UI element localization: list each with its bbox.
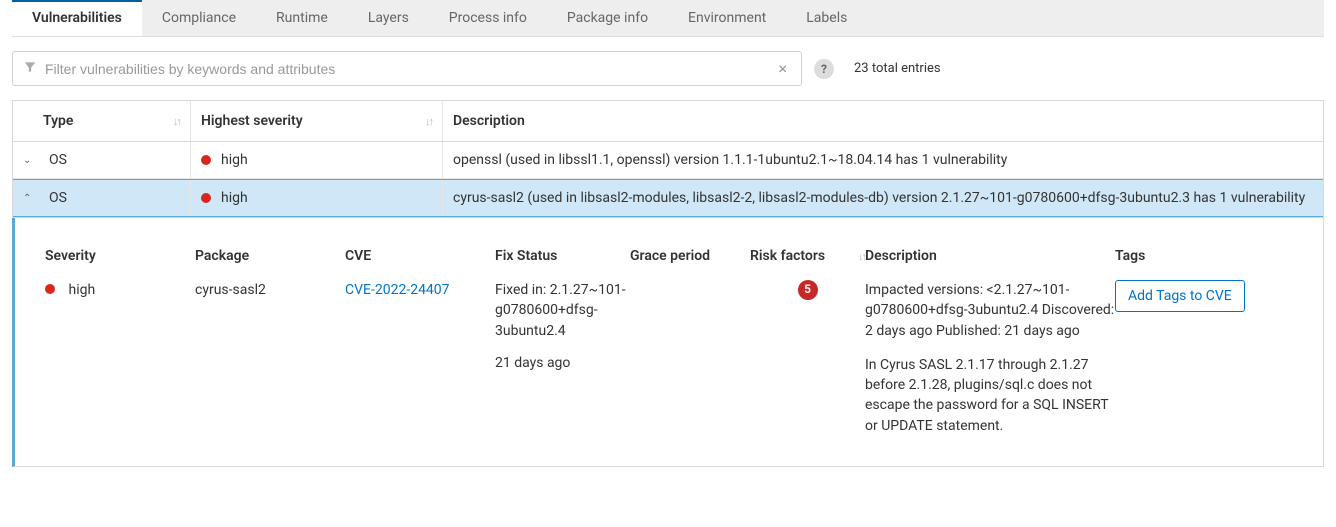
detail-header-risk-factors: Risk factors ↓↑ [750,248,865,264]
total-entries-label: 23 total entries [854,61,941,76]
detail-fix-status-age: 21 days ago [495,353,630,373]
detail-col-severity: Severity high [45,248,195,436]
vulnerabilities-grid: Type ↓↑ Highest severity ↓↑ Description … [12,100,1324,218]
detail-risk-factors-value: 5 [750,280,865,300]
detail-header-grace-period: Grace period [630,248,750,264]
severity-value: high [221,190,248,206]
sort-icon: ↓↑ [173,115,180,128]
expander-cell[interactable]: ⌄ [13,142,43,178]
cve-link[interactable]: CVE-2022-24407 [345,282,450,298]
detail-description-block2: In Cyrus SASL 2.1.17 through 2.1.27 befo… [865,355,1115,436]
col-type[interactable]: Type ↓↑ [43,101,191,141]
cell-description: openssl (used in libssl1.1, openssl) ver… [443,142,1323,178]
detail-header-description: Description [865,248,1115,264]
cell-type: OS [43,180,191,216]
detail-col-tags: Tags Add Tags to CVE [1115,248,1255,436]
table-row[interactable]: ⌃ OS high cyrus-sasl2 (used in libsasl2-… [13,179,1323,217]
detail-package-value: cyrus-sasl2 [195,280,345,300]
add-tags-button[interactable]: Add Tags to CVE [1115,280,1245,312]
detail-description-block1: Impacted versions: <2.1.27~101-g0780600+… [865,280,1115,341]
severity-value: high [221,152,248,168]
help-icon[interactable]: ? [814,59,834,79]
tabs-bar: Vulnerabilities Compliance Runtime Layer… [12,0,1324,37]
tab-vulnerabilities[interactable]: Vulnerabilities [12,0,142,36]
risk-factors-badge[interactable]: 5 [798,280,818,300]
col-expander [13,101,43,141]
grid-header: Type ↓↑ Highest severity ↓↑ Description [13,101,1323,142]
detail-header-cve: CVE [345,248,495,264]
detail-col-cve: CVE CVE-2022-24407 [345,248,495,436]
tab-environment[interactable]: Environment [668,0,786,36]
detail-col-risk-factors: Risk factors ↓↑ 5 [750,248,865,436]
detail-col-package: Package cyrus-sasl2 [195,248,345,436]
sort-icon: ↓↑ [858,250,865,263]
chevron-right-icon: ⌄ [23,155,31,166]
description-value: cyrus-sasl2 (used in libsasl2-modules, l… [453,190,1305,206]
severity-dot-icon [201,155,211,165]
severity-text: high [68,282,95,298]
severity-dot-icon [45,284,55,294]
detail-severity-value: high [45,280,195,300]
description-value: openssl (used in libssl1.1, openssl) ver… [453,152,1007,168]
tab-labels[interactable]: Labels [786,0,867,36]
tab-compliance[interactable]: Compliance [142,0,256,36]
col-description-label: Description [453,113,525,129]
col-type-label: Type [43,113,73,129]
detail-header-severity: Severity [45,248,195,264]
table-row[interactable]: ⌄ OS high openssl (used in libssl1.1, op… [13,142,1323,179]
col-description[interactable]: Description [443,101,1323,141]
tab-package-info[interactable]: Package info [547,0,668,36]
type-value: OS [49,152,67,168]
cell-severity: high [191,180,443,216]
tab-layers[interactable]: Layers [348,0,429,36]
filter-icon [23,60,37,78]
sort-icon: ↓↑ [425,115,432,128]
detail-fix-status-value: Fixed in: 2.1.27~101-g0780600+dfsg-3ubun… [495,280,630,341]
severity-dot-icon [201,193,211,203]
col-highest-severity-label: Highest severity [201,113,303,129]
clear-filter-icon[interactable]: × [774,59,791,78]
type-value: OS [49,190,67,206]
detail-header-tags: Tags [1115,248,1255,264]
tab-process-info[interactable]: Process info [429,0,547,36]
col-highest-severity[interactable]: Highest severity ↓↑ [191,101,443,141]
detail-col-fix-status: Fix Status Fixed in: 2.1.27~101-g0780600… [495,248,630,436]
chevron-down-icon: ⌃ [23,193,31,204]
filter-input[interactable] [45,61,774,77]
cell-type: OS [43,142,191,178]
detail-header-package: Package [195,248,345,264]
filter-input-wrap[interactable]: × [12,51,802,86]
cell-description: cyrus-sasl2 (used in libsasl2-modules, l… [443,180,1323,216]
toolbar: × ? 23 total entries [0,37,1336,100]
risk-factors-label: Risk factors [750,248,825,264]
cell-severity: high [191,142,443,178]
vulnerability-detail-panel: Severity high Package cyrus-sasl2 CVE CV… [12,218,1324,467]
detail-col-description: Description Impacted versions: <2.1.27~1… [865,248,1115,436]
expander-cell[interactable]: ⌃ [13,180,43,216]
detail-header-fix-status: Fix Status [495,248,630,264]
detail-col-grace-period: Grace period [630,248,750,436]
tab-runtime[interactable]: Runtime [256,0,348,36]
